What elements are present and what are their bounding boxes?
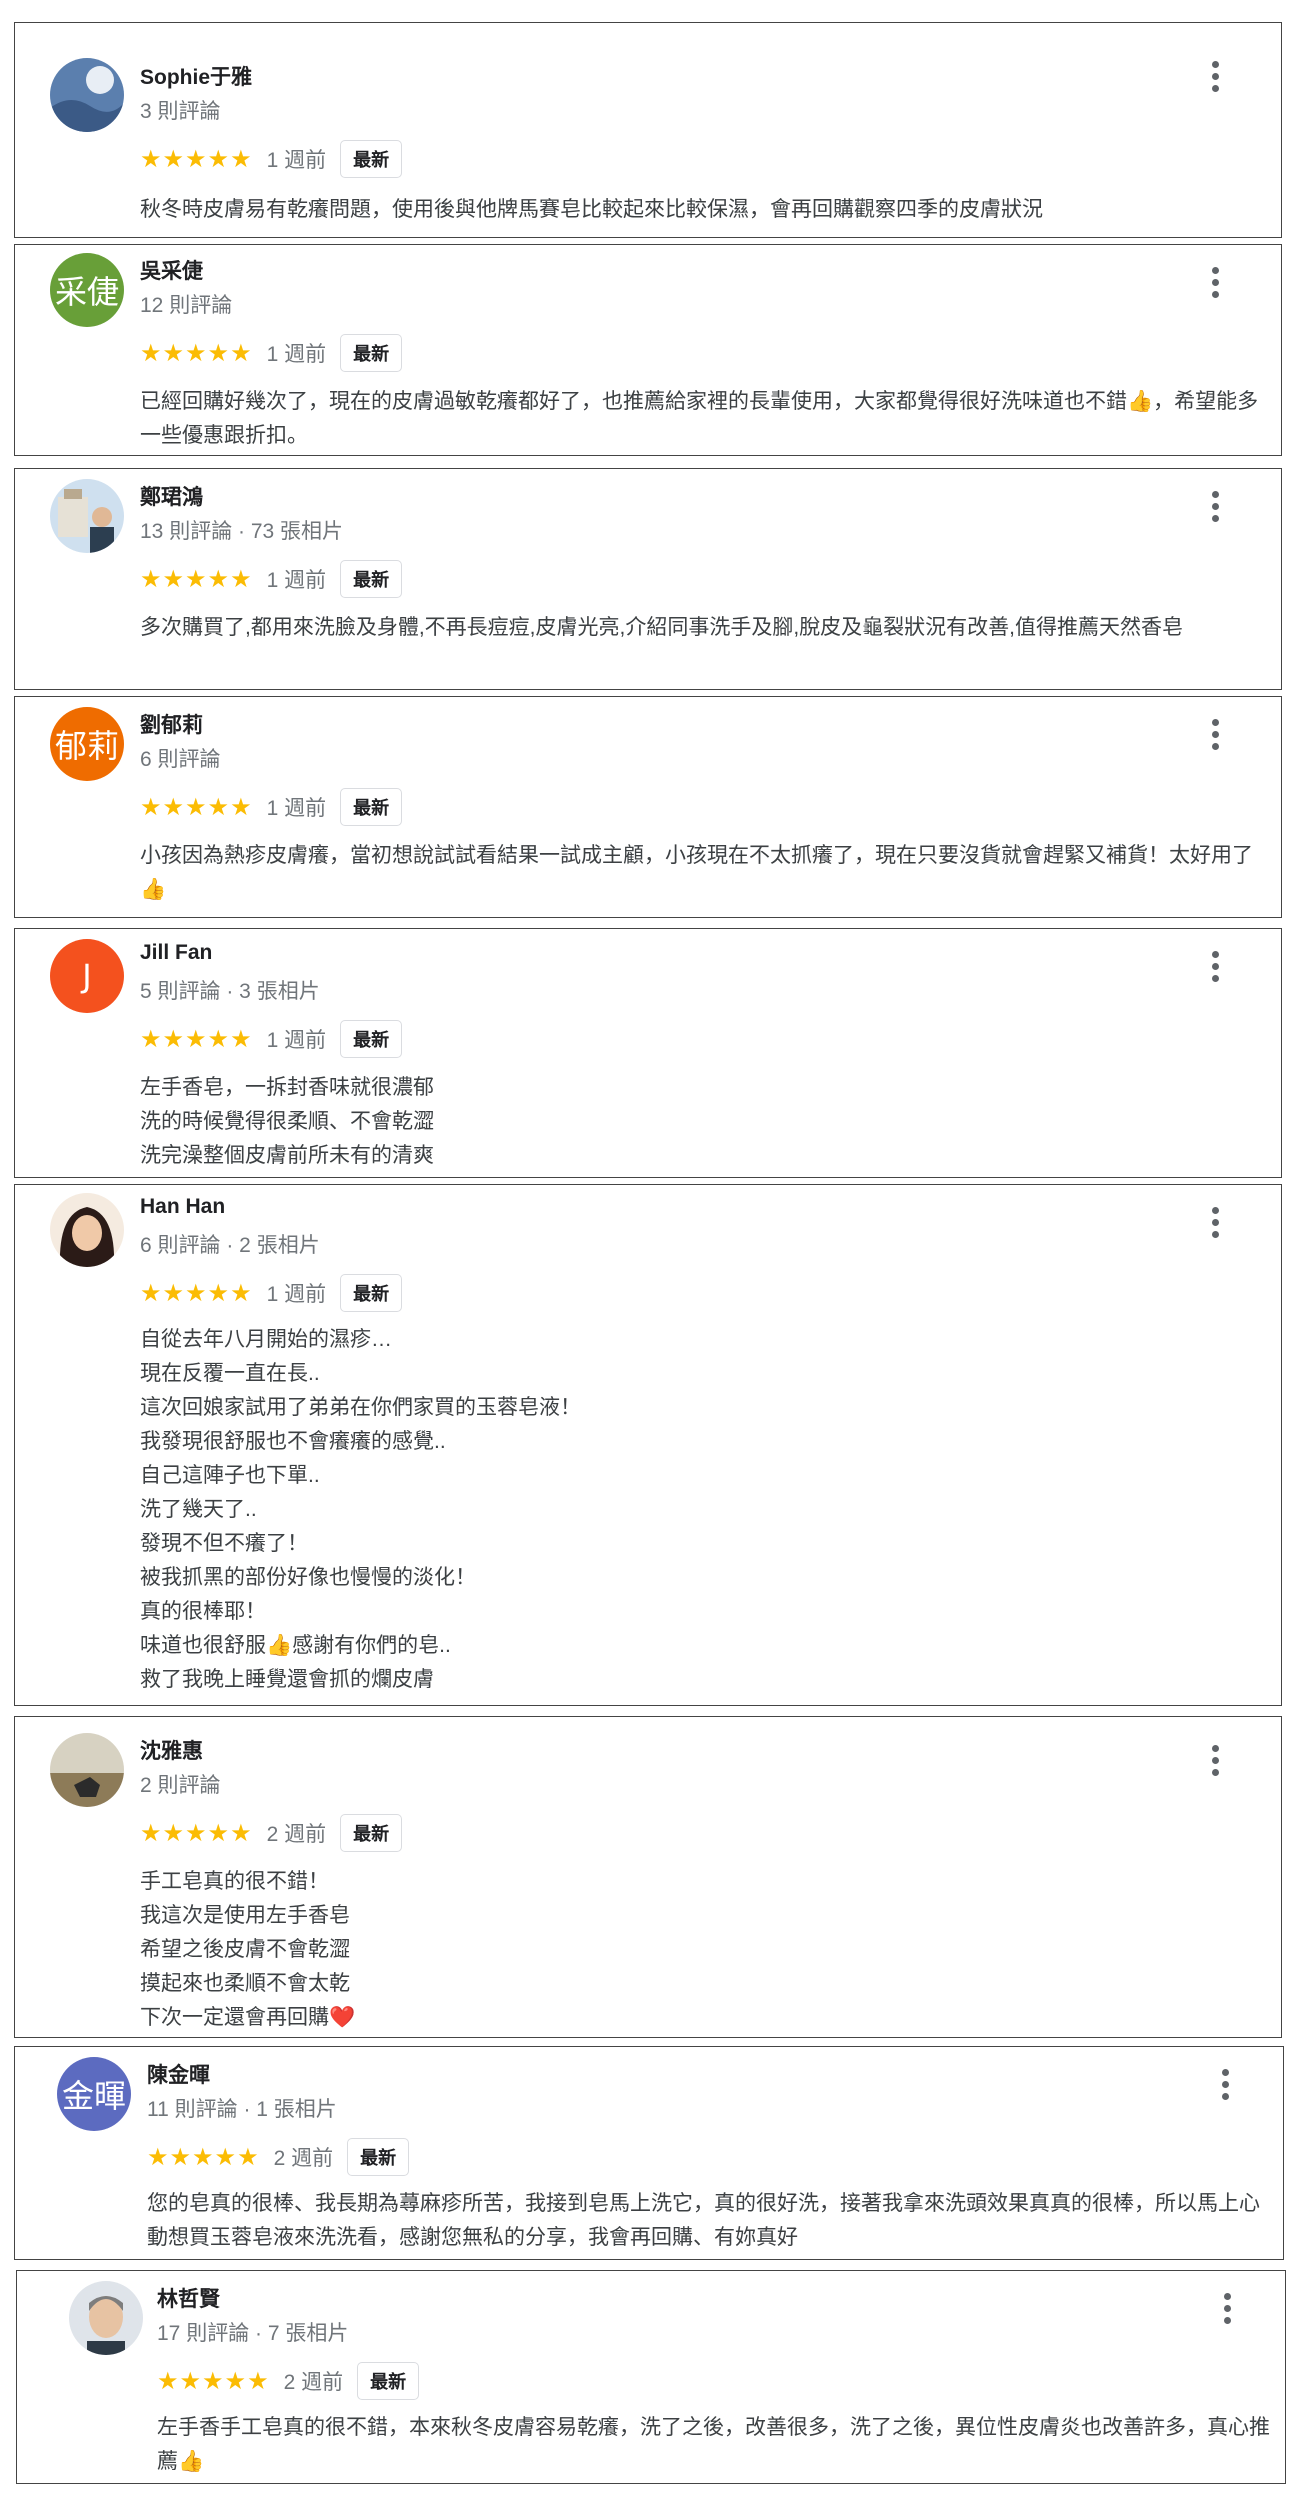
review-card: 郁莉 劉郁莉 6 則評論 ★★★★★ 1 週前 最新 小孩因為熱疹皮膚癢，當初想… (14, 696, 1282, 918)
star-rating: ★★★★★ (140, 565, 253, 593)
star-rating: ★★★★★ (140, 339, 253, 367)
rating-row: ★★★★★ 1 週前 最新 (140, 560, 403, 598)
rating-row: ★★★★★ 2 週前 最新 (157, 2362, 420, 2400)
rating-row: ★★★★★ 1 週前 最新 (140, 140, 403, 178)
review-card: 金暉 陳金暉 11 則評論 · 1 張相片 ★★★★★ 2 週前 最新 您的皂真… (14, 2046, 1284, 2260)
rating-row: ★★★★★ 2 週前 最新 (147, 2138, 410, 2176)
review-text: 小孩因為熱疹皮膚癢，當初想說試試看結果一試成主顧，小孩現在不太抓癢了，現在只要沒… (140, 844, 1253, 901)
review-card: 林哲賢 17 則評論 · 7 張相片 ★★★★★ 2 週前 最新 左手香手工皂真… (16, 2270, 1286, 2484)
review-card: Han Han 6 則評論 · 2 張相片 ★★★★★ 1 週前 最新 自從去年… (14, 1184, 1282, 1706)
star-rating: ★★★★★ (140, 145, 253, 173)
reviewer-meta: 12 則評論 (140, 294, 233, 317)
star-rating: ★★★★★ (140, 1025, 253, 1053)
newest-badge: 最新 (340, 1814, 403, 1852)
review-text: 左手香手工皂真的很不錯，本來秋冬皮膚容易乾癢，洗了之後，改善很多，洗了之後，異位… (157, 2416, 1270, 2473)
more-options-icon[interactable] (1221, 2293, 1233, 2325)
reviewer-name[interactable]: 陳金暉 (147, 2059, 210, 2089)
review-time: 2 週前 (283, 2371, 344, 2394)
review-time: 2 週前 (273, 2147, 334, 2170)
review-time: 1 週前 (266, 569, 327, 592)
review-text: 秋冬時皮膚易有乾癢問題，使用後與他牌馬賽皂比較起來比較保濕，會再回購觀察四季的皮… (140, 198, 1043, 221)
star-rating: ★★★★★ (140, 1819, 253, 1847)
reviewer-meta: 5 則評論 · 3 張相片 (140, 980, 320, 1003)
reviewer-meta: 17 則評論 · 7 張相片 (157, 2322, 349, 2345)
reviewer-meta: 11 則評論 · 1 張相片 (147, 2098, 337, 2121)
avatar[interactable] (50, 1193, 124, 1267)
review-card: Sophie于雅 3 則評論 ★★★★★ 1 週前 最新 秋冬時皮膚易有乾癢問題… (14, 22, 1282, 238)
reviewer-meta: 2 則評論 (140, 1774, 221, 1797)
avatar[interactable] (50, 58, 124, 132)
rating-row: ★★★★★ 1 週前 最新 (140, 334, 403, 372)
more-options-icon[interactable] (1209, 491, 1221, 523)
review-card: J Jill Fan 5 則評論 · 3 張相片 ★★★★★ 1 週前 最新 左… (14, 928, 1282, 1178)
more-options-icon[interactable] (1209, 1207, 1221, 1239)
review-time: 1 週前 (266, 1029, 327, 1052)
avatar[interactable]: J (50, 939, 124, 1013)
reviewer-name[interactable]: Sophie于雅 (140, 61, 252, 91)
star-rating: ★★★★★ (140, 793, 253, 821)
reviewer-name[interactable]: 吳采倢 (140, 255, 203, 285)
avatar[interactable]: 金暉 (57, 2057, 131, 2131)
rating-row: ★★★★★ 2 週前 最新 (140, 1814, 403, 1852)
review-time: 1 週前 (266, 1283, 327, 1306)
review-time: 1 週前 (266, 797, 327, 820)
star-rating: ★★★★★ (147, 2143, 260, 2171)
avatar[interactable]: 采倢 (50, 253, 124, 327)
review-card: 采倢 吳采倢 12 則評論 ★★★★★ 1 週前 最新 已經回購好幾次了，現在的… (14, 244, 1282, 456)
review-text: 多次購買了,都用來洗臉及身體,不再長痘痘,皮膚光亮,介紹同事洗手及腳,脫皮及龜裂… (140, 616, 1184, 639)
review-text: 自從去年八月開始的濕疹… 現在反覆一直在長.. 這次回娘家試用了弟弟在你們家買的… (140, 1328, 581, 1691)
newest-badge: 最新 (340, 334, 403, 372)
reviewer-name[interactable]: 鄭珺鴻 (140, 481, 203, 511)
more-options-icon[interactable] (1209, 951, 1221, 983)
review-text: 您的皂真的很棒、我長期為蕁麻疹所苦，我接到皂馬上洗它，真的很好洗，接著我拿來洗頭… (147, 2192, 1260, 2249)
rating-row: ★★★★★ 1 週前 最新 (140, 1020, 403, 1058)
reviewer-meta: 6 則評論 (140, 748, 221, 771)
reviewer-name[interactable]: 林哲賢 (157, 2283, 220, 2313)
newest-badge: 最新 (340, 140, 403, 178)
more-options-icon[interactable] (1209, 719, 1221, 751)
reviewer-meta: 6 則評論 · 2 張相片 (140, 1234, 320, 1257)
avatar[interactable] (50, 1733, 124, 1807)
newest-badge: 最新 (347, 2138, 410, 2176)
more-options-icon[interactable] (1209, 61, 1221, 93)
newest-badge: 最新 (340, 1020, 403, 1058)
review-text: 手工皂真的很不錯！ 我這次是使用左手香皂 希望之後皮膚不會乾澀 摸起來也柔順不會… (140, 1870, 356, 2029)
reviewer-meta: 3 則評論 (140, 100, 221, 123)
avatar[interactable] (69, 2281, 143, 2355)
review-text: 已經回購好幾次了，現在的皮膚過敏乾癢都好了，也推薦給家裡的長輩使用，大家都覺得很… (140, 390, 1259, 447)
star-rating: ★★★★★ (157, 2367, 270, 2395)
rating-row: ★★★★★ 1 週前 最新 (140, 1274, 403, 1312)
newest-badge: 最新 (357, 2362, 420, 2400)
more-options-icon[interactable] (1209, 267, 1221, 299)
review-card: 沈雅惠 2 則評論 ★★★★★ 2 週前 最新 手工皂真的很不錯！ 我這次是使用… (14, 1716, 1282, 2038)
reviewer-name[interactable]: Jill Fan (140, 941, 212, 965)
avatar[interactable]: 郁莉 (50, 707, 124, 781)
star-rating: ★★★★★ (140, 1279, 253, 1307)
reviewer-name[interactable]: 劉郁莉 (140, 709, 203, 739)
reviewer-name[interactable]: Han Han (140, 1195, 225, 1219)
newest-badge: 最新 (340, 1274, 403, 1312)
more-options-icon[interactable] (1219, 2069, 1231, 2101)
review-text: 左手香皂，一拆封香味就很濃郁 洗的時候覺得很柔順、不會乾澀 洗完澡整個皮膚前所未… (140, 1076, 434, 1167)
newest-badge: 最新 (340, 788, 403, 826)
more-options-icon[interactable] (1209, 1745, 1221, 1777)
review-time: 1 週前 (266, 343, 327, 366)
rating-row: ★★★★★ 1 週前 最新 (140, 788, 403, 826)
avatar[interactable] (50, 479, 124, 553)
reviewer-meta: 13 則評論 · 73 張相片 (140, 520, 344, 543)
review-card: 鄭珺鴻 13 則評論 · 73 張相片 ★★★★★ 1 週前 最新 多次購買了,… (14, 468, 1282, 690)
newest-badge: 最新 (340, 560, 403, 598)
reviewer-name[interactable]: 沈雅惠 (140, 1735, 203, 1765)
review-time: 1 週前 (266, 149, 327, 172)
review-time: 2 週前 (266, 1823, 327, 1846)
